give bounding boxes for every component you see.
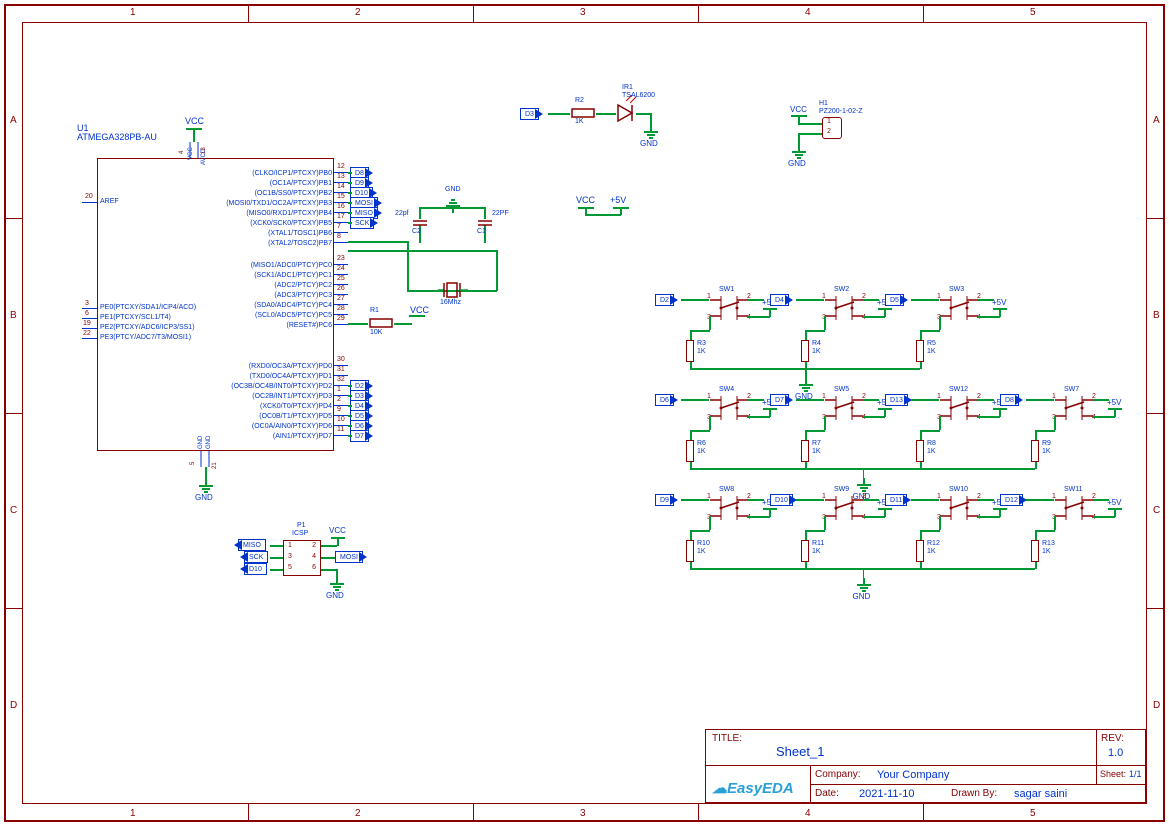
h1-pin1: 1 bbox=[827, 118, 831, 125]
vcc-label: VCC bbox=[185, 116, 204, 126]
h1-body bbox=[822, 117, 842, 139]
r1-val: 10K bbox=[370, 329, 382, 336]
grid-col: 2 bbox=[355, 808, 361, 819]
ir1-ref: IR1 bbox=[622, 84, 633, 91]
crystal bbox=[438, 280, 468, 300]
r1-ref: R1 bbox=[370, 307, 379, 314]
pin-num: 3 bbox=[85, 300, 89, 307]
title-label: TITLE: bbox=[712, 733, 742, 744]
gnd-label: GND bbox=[445, 186, 461, 193]
gnd-symbol bbox=[444, 195, 462, 209]
u1-part: ATMEGA328PB-AU bbox=[77, 132, 157, 142]
c1-ref: C1 bbox=[477, 228, 486, 235]
pin-name: PE3(PTCY/ADC7/T3/MOSI1) bbox=[100, 334, 191, 341]
rev-label: REV: bbox=[1101, 733, 1124, 744]
easyeda-logo: ☁EasyEDA bbox=[712, 779, 794, 797]
grid-row: A bbox=[10, 115, 17, 126]
icsp-body: 1 2 3 4 5 6 bbox=[283, 540, 321, 576]
title-value: Sheet_1 bbox=[776, 744, 824, 759]
grid-row: B bbox=[10, 310, 17, 321]
pin-name: PE2(PTCXY/ADC6/ICP3/SS1) bbox=[100, 324, 195, 331]
pin-num: 6 bbox=[85, 310, 89, 317]
h1-val: PZ200-1-02-Z bbox=[819, 108, 863, 115]
sheet-value: 1/1 bbox=[1129, 769, 1142, 779]
schematic-sheet: 1 2 3 4 5 1 2 3 4 5 A B C D A B C D U1 A… bbox=[0, 0, 1169, 826]
gnd-symbol: GND bbox=[197, 479, 215, 493]
netport-d10: D10 bbox=[240, 563, 267, 575]
h1-pin2: 2 bbox=[827, 128, 831, 135]
grid-col: 5 bbox=[1030, 808, 1036, 819]
svg-text:1: 1 bbox=[1052, 493, 1056, 500]
svg-text:1: 1 bbox=[937, 393, 941, 400]
svg-text:1: 1 bbox=[937, 493, 941, 500]
switch-block: D8SW71234+5VR91K bbox=[1030, 390, 1140, 470]
r2 bbox=[570, 108, 596, 118]
gnd-symbol: GND bbox=[328, 577, 346, 591]
c1-val: 22PF bbox=[492, 210, 509, 217]
netport-miso: MISO bbox=[234, 539, 266, 551]
company-label: Company: bbox=[815, 769, 861, 780]
grid-col: 1 bbox=[130, 7, 136, 18]
svg-text:1: 1 bbox=[707, 493, 711, 500]
grid-col: 1 bbox=[130, 808, 136, 819]
r2-ref: R2 bbox=[575, 97, 584, 104]
icsp-val: ICSP bbox=[292, 530, 308, 537]
grid-row: D bbox=[10, 700, 17, 711]
grid-col: 3 bbox=[580, 7, 586, 18]
grid-row: B bbox=[1153, 310, 1160, 321]
svg-text:1: 1 bbox=[822, 293, 826, 300]
vcc-label: VCC bbox=[790, 105, 807, 114]
company-value: Your Company bbox=[877, 769, 949, 781]
svg-text:1: 1 bbox=[707, 293, 711, 300]
grid-row: C bbox=[10, 505, 17, 516]
grid-row: C bbox=[1153, 505, 1160, 516]
icsp-ref: P1 bbox=[297, 522, 306, 529]
crystal-val: 16Mhz bbox=[440, 299, 461, 306]
plus5v-label: +5V bbox=[610, 195, 626, 205]
rev-value: 1.0 bbox=[1108, 747, 1123, 759]
svg-text:1: 1 bbox=[707, 393, 711, 400]
svg-text:1: 1 bbox=[822, 493, 826, 500]
title-block: TITLE: Sheet_1 REV: 1.0 ☁EasyEDA Company… bbox=[705, 729, 1146, 803]
pin-num: 20 bbox=[85, 193, 93, 200]
date-value: 2021-11-10 bbox=[859, 788, 914, 800]
netport-sck: SCK bbox=[240, 551, 268, 563]
pin-num: 19 bbox=[83, 320, 91, 327]
grid-col: 4 bbox=[805, 808, 811, 819]
netport-mosi: MOSI bbox=[335, 551, 367, 563]
r1 bbox=[368, 318, 394, 328]
date-label: Date: bbox=[815, 788, 839, 799]
gnd-symbol: GND bbox=[790, 145, 808, 159]
h1-ref: H1 bbox=[819, 100, 828, 107]
pin-name: AREF bbox=[100, 198, 119, 205]
svg-text:1: 1 bbox=[822, 393, 826, 400]
svg-text:21: 21 bbox=[212, 462, 218, 469]
grid-row: D bbox=[1153, 700, 1160, 711]
ir1-val: TSAL6200 bbox=[622, 92, 655, 99]
switch-block: D5SW31234+5VR51K bbox=[915, 290, 1025, 370]
vcc-label: VCC bbox=[329, 526, 346, 535]
grid-row: A bbox=[1153, 115, 1160, 126]
pin-name: PE0(PTCXY/SDA1/ICP4/ACO) bbox=[100, 304, 196, 311]
pin-name: PE1(PTCXY/SCL1/T4) bbox=[100, 314, 171, 321]
vcc-label: VCC bbox=[410, 305, 429, 315]
grid-col: 5 bbox=[1030, 7, 1036, 18]
drawn-value: sagar saini bbox=[1014, 788, 1067, 800]
netport-d3: D3 bbox=[520, 108, 543, 120]
switch-block: D12SW111234+5VR131K bbox=[1030, 490, 1140, 570]
drawn-label: Drawn By: bbox=[951, 788, 997, 799]
pin-num: 22 bbox=[83, 330, 91, 337]
svg-text:1: 1 bbox=[1052, 393, 1056, 400]
gnd-symbol: GND bbox=[642, 125, 660, 139]
vcc-label: VCC bbox=[576, 195, 595, 205]
sheet-label: Sheet: bbox=[1100, 769, 1126, 779]
c2-ref: C2 bbox=[412, 228, 421, 235]
r2-val: 1K bbox=[575, 118, 584, 125]
c2-val: 22pf bbox=[395, 210, 409, 217]
grid-col: 3 bbox=[580, 808, 586, 819]
grid-col: 2 bbox=[355, 7, 361, 18]
svg-text:1: 1 bbox=[937, 293, 941, 300]
grid-col: 4 bbox=[805, 7, 811, 18]
